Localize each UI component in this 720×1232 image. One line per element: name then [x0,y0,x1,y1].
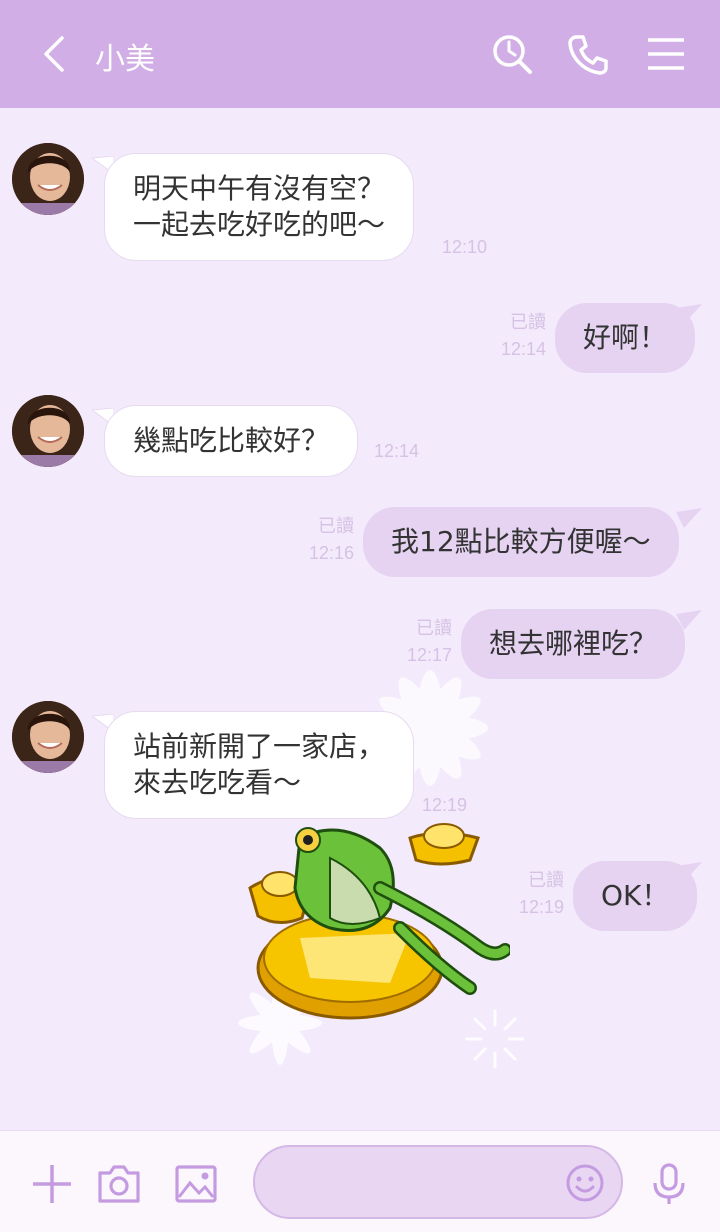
contact-avatar[interactable] [12,143,84,215]
microphone-icon[interactable] [646,1161,692,1207]
menu-icon[interactable] [644,32,688,76]
message-time: 12:14 [500,339,546,359]
message-text: 幾點吃比較好？ [133,424,330,457]
message-text: 明天中午有沒有空？ [133,172,386,205]
read-receipt: 已讀 [416,618,452,638]
bubble-tail [676,862,702,882]
message-time: 12:19 [518,897,564,917]
message-time: 12:19 [422,795,468,815]
message-input-box[interactable] [253,1145,623,1219]
message-bubble-incoming[interactable]: 明天中午有沒有空？ 一起去吃好吃的吧～ [104,153,415,261]
frog-on-gold-coins-sticker[interactable] [240,818,510,1028]
message-time: 12:14 [374,441,420,461]
bubble-tail [676,610,702,630]
phone-icon[interactable] [566,32,610,76]
contact-avatar[interactable] [12,701,84,773]
message-text: 想去哪裡吃？ [489,627,658,660]
contact-avatar[interactable] [12,395,84,467]
chat-header: 小美 [0,0,720,108]
bubble-tail [676,508,702,528]
message-bubble-incoming[interactable]: 站前新開了一家店， 來去吃吃看～ [104,711,415,819]
message-bubble-incoming[interactable]: 幾點吃比較好？ [104,405,359,477]
plus-icon[interactable] [29,1161,75,1207]
message-text: OK！ [601,879,670,912]
read-receipt: 已讀 [528,870,564,890]
image-icon[interactable] [173,1161,219,1207]
message-text: 站前新開了一家店， [133,730,386,763]
message-time: 12:10 [442,237,488,257]
chat-title[interactable]: 小美 [95,34,155,78]
message-bubble-outgoing[interactable]: 好啊！ [555,303,696,373]
message-input-bar [0,1130,720,1232]
search-clock-icon[interactable] [490,32,534,76]
message-text: 好啊！ [583,321,668,354]
message-time: 12:16 [308,543,354,563]
message-bubble-outgoing[interactable]: 我12點比較方便喔～ [363,507,679,577]
read-receipt: 已讀 [318,516,354,536]
back-chevron-icon[interactable] [36,32,72,76]
message-input[interactable] [275,1159,555,1207]
message-text: 一起去吃好吃的吧～ [133,208,386,241]
bubble-tail [676,304,702,324]
camera-icon[interactable] [96,1161,142,1207]
message-bubble-outgoing[interactable]: 想去哪裡吃？ [461,609,686,679]
message-time: 12:17 [406,645,452,665]
message-text: 來去吃吃看～ [133,766,302,799]
emoji-icon[interactable] [565,1163,605,1203]
chat-area[interactable]: 明天中午有沒有空？ 一起去吃好吃的吧～ 12:10 已讀 12:14 好啊！ 幾… [0,108,720,1130]
message-text: 我12點比較方便喔～ [391,525,651,558]
read-receipt: 已讀 [510,312,546,332]
